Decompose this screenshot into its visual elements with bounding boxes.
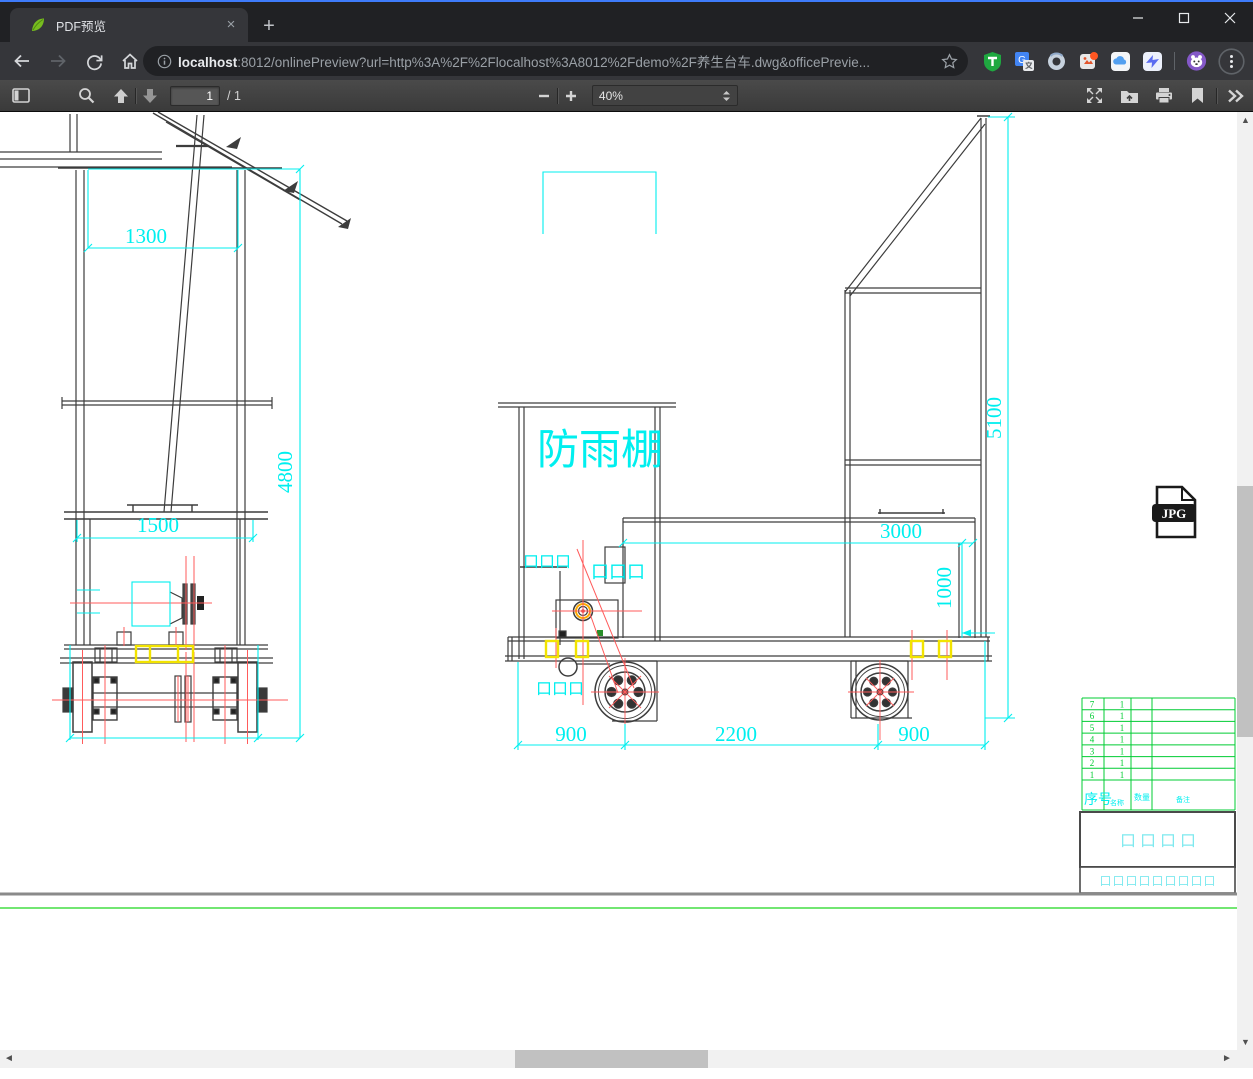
maximize-button[interactable] — [1161, 2, 1207, 34]
spring-leaf-favicon — [32, 18, 44, 31]
find-button[interactable] — [78, 84, 95, 108]
cloud-extension-icon[interactable] — [1110, 51, 1131, 72]
ring-extension-icon[interactable] — [1046, 51, 1067, 72]
drawing-title-text: 口口口口 — [1120, 833, 1200, 850]
pdf-page-view: 1300 4800 1500 5100 3000 1000 900 2200 9… — [0, 112, 1253, 1079]
bom-row-qty: 1 — [1120, 735, 1125, 745]
bom-row-no: 7 — [1090, 700, 1095, 710]
zoom-out-button[interactable] — [537, 84, 551, 108]
scrollbar-corner — [1237, 1050, 1253, 1068]
url-host: localhost — [178, 55, 238, 70]
bom-row-no: 6 — [1090, 711, 1095, 721]
close-window-button[interactable] — [1207, 2, 1253, 34]
browser-menu-button[interactable] — [1218, 47, 1245, 75]
tab-title: PDF预览 — [56, 19, 107, 34]
window-controls — [1115, 2, 1253, 36]
dim-4800: 4800 — [273, 451, 297, 493]
bom-row-qty: 1 — [1120, 711, 1125, 721]
new-tab-button[interactable]: + — [256, 14, 282, 40]
component-label-2: 口口口 — [591, 562, 645, 582]
url-bar[interactable]: localhost:8012/onlinePreview?url=http%3A… — [143, 46, 968, 76]
more-tools-button[interactable] — [1227, 84, 1245, 108]
bom-row-no: 4 — [1090, 735, 1095, 745]
tab-close-icon[interactable]: × — [222, 16, 240, 34]
dim-2200: 2200 — [715, 722, 757, 746]
bookmark-star-icon[interactable] — [941, 52, 958, 70]
minimize-button[interactable] — [1115, 2, 1161, 34]
forward-button[interactable] — [44, 47, 72, 75]
scroll-left-arrow[interactable]: ◄ — [4, 1054, 14, 1064]
reload-button[interactable] — [80, 47, 108, 75]
bom-row-qty: 1 — [1120, 700, 1125, 710]
cad-drawing: 1300 4800 1500 5100 3000 1000 900 2200 9… — [0, 112, 1237, 909]
dim-1500: 1500 — [137, 513, 179, 537]
tab-strip: PDF预览 × + — [0, 2, 1253, 42]
bom-row-no: 1 — [1090, 770, 1095, 780]
bom-header-note: 备注 — [1176, 795, 1190, 804]
horizontal-scroll-thumb[interactable] — [515, 1050, 708, 1068]
jpg-file-icon: JPG — [1152, 485, 1197, 539]
page-count-label: / 1 — [227, 88, 241, 103]
browser-toolbar: localhost:8012/onlinePreview?url=http%3A… — [0, 42, 1253, 80]
back-button[interactable] — [8, 47, 36, 75]
tampermonkey-extension-icon[interactable] — [982, 51, 1003, 72]
horizontal-scrollbar[interactable]: ◄ ► — [0, 1050, 1237, 1068]
zoom-value: 40% — [598, 88, 623, 103]
presentation-mode-button[interactable] — [1086, 84, 1103, 108]
print-button[interactable] — [1155, 84, 1173, 108]
drawing-footer-text: 口口口口口口口口口 — [1099, 874, 1216, 888]
url-path: :8012/onlinePreview?url=http%3A%2F%2Floc… — [237, 55, 870, 70]
toolbar-separator — [1174, 52, 1175, 70]
dim-5100: 5100 — [982, 397, 1006, 439]
vertical-scrollbar[interactable]: ▲ ▼ — [1237, 112, 1253, 1050]
url-text: localhost:8012/onlinePreview?url=http%3A… — [178, 51, 935, 71]
open-file-button[interactable] — [1120, 84, 1139, 108]
scroll-down-arrow[interactable]: ▼ — [1241, 1038, 1250, 1047]
sidebar-toggle-button[interactable] — [12, 84, 30, 108]
component-label-1: 口口口 — [523, 554, 571, 571]
bom-row-no: 2 — [1090, 758, 1095, 768]
previous-page-button[interactable] — [113, 84, 129, 108]
dim-1000: 1000 — [932, 567, 956, 609]
bom-header-name: 名称 — [1110, 798, 1124, 807]
next-page-button[interactable] — [142, 84, 158, 108]
bom-row-qty: 1 — [1120, 770, 1125, 780]
dim-1300: 1300 — [125, 224, 167, 248]
bom-row-qty: 1 — [1120, 758, 1125, 768]
dim-3000: 3000 — [880, 519, 922, 543]
bird-extension-icon[interactable] — [1142, 51, 1163, 72]
toolbar-separator — [1215, 87, 1217, 104]
select-spinner-icon — [722, 90, 730, 101]
bom-header-no: 序号 — [1084, 792, 1112, 808]
vertical-scroll-thumb[interactable] — [1237, 486, 1253, 737]
home-button[interactable] — [116, 47, 144, 75]
zoom-in-button[interactable] — [564, 84, 578, 108]
scroll-up-arrow[interactable]: ▲ — [1241, 116, 1250, 125]
tab-pdf-preview[interactable]: PDF预览 × — [10, 8, 248, 42]
toolbar-separator — [135, 87, 136, 104]
profile-avatar[interactable] — [1186, 51, 1207, 72]
zoom-select[interactable]: 40% — [591, 85, 738, 106]
bom-header-qty: 数量 — [1134, 792, 1150, 802]
bom-row-qty: 1 — [1120, 746, 1125, 756]
browser-window: PDF预览 × + localhost:8012/onlinePreview?u… — [0, 0, 1253, 1079]
translate-extension-icon[interactable]: G — [1014, 51, 1035, 72]
component-label-3: 口口口 — [536, 681, 584, 698]
dim-900-right: 900 — [898, 722, 930, 746]
shed-label: 防雨棚 — [537, 428, 663, 474]
page-number-input[interactable] — [170, 85, 220, 106]
dim-900-left: 900 — [555, 722, 587, 746]
bom-row-no: 5 — [1090, 723, 1095, 733]
extensions-row: G — [982, 46, 1245, 76]
scroll-right-arrow[interactable]: ► — [1222, 1054, 1232, 1064]
pdf-viewer-toolbar: / 1 40% — [0, 80, 1253, 112]
bookmark-button[interactable] — [1191, 84, 1204, 108]
toolbar-separator — [556, 87, 558, 104]
site-info-icon[interactable] — [157, 54, 172, 69]
bom-row-no: 3 — [1090, 746, 1095, 756]
image-grabber-extension-icon[interactable] — [1078, 51, 1099, 72]
jpg-badge-label: JPG — [1162, 506, 1187, 521]
bom-row-qty: 1 — [1120, 723, 1125, 733]
